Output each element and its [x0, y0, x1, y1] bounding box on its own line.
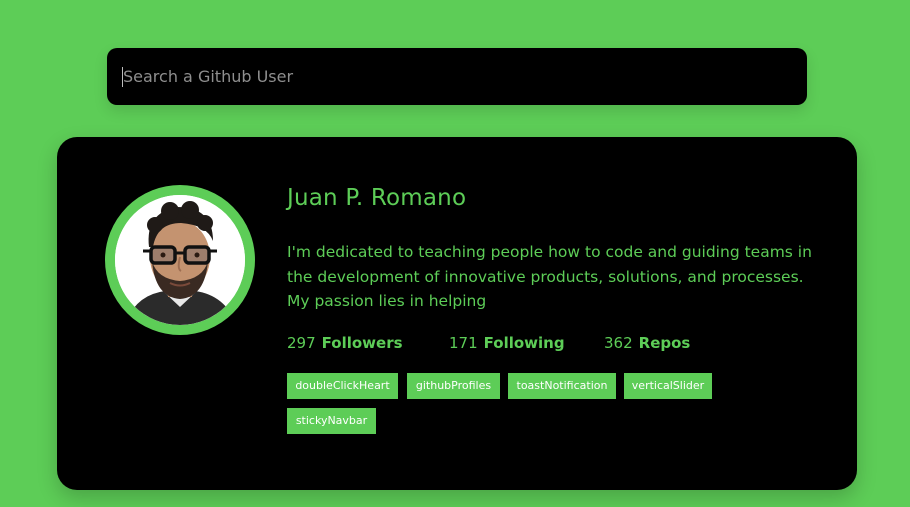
user-bio: I'm dedicated to teaching people how to … — [287, 243, 812, 310]
avatar — [105, 185, 255, 335]
user-name: Juan P. Romano — [287, 185, 467, 211]
following-count: 171 — [449, 334, 478, 352]
following-label: Following — [483, 334, 565, 352]
user-avatar-image — [115, 195, 245, 325]
search-bar[interactable] — [107, 48, 807, 105]
followers-stat: 297 Followers — [287, 334, 403, 352]
profile-card: Juan P. Romano I'm dedicated to teaching… — [57, 137, 857, 490]
following-stat: 171 Following — [449, 334, 565, 352]
repos-stat: 362 Repos — [604, 334, 690, 352]
followers-label: Followers — [321, 334, 403, 352]
repo-link[interactable]: stickyNavbar — [287, 408, 376, 434]
search-input[interactable] — [123, 48, 783, 105]
repo-link[interactable]: githubProfiles — [407, 373, 500, 399]
followers-count: 297 — [287, 334, 316, 352]
repo-link[interactable]: doubleClickHeart — [287, 373, 398, 399]
repos-count: 362 — [604, 334, 633, 352]
repo-link[interactable]: toastNotification — [508, 373, 616, 399]
text-cursor — [122, 67, 123, 87]
repo-link[interactable]: verticalSlider — [624, 373, 712, 399]
repos-label: Repos — [638, 334, 691, 352]
